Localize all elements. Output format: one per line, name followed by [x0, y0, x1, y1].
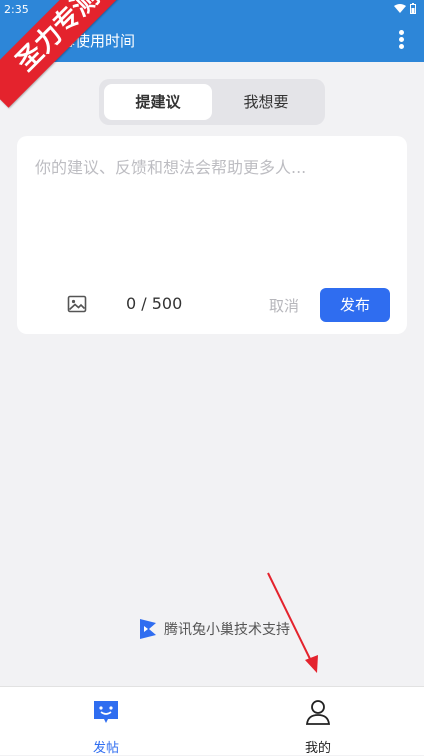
wifi-icon [394, 3, 406, 13]
battery-icon [410, 3, 416, 14]
txc-logo-icon [140, 619, 156, 639]
composer-card: 0 / 500 取消 发布 [17, 136, 407, 334]
nav-post[interactable]: 发帖 [66, 697, 146, 756]
segmented-tabs: 提建议 我想要 [99, 79, 325, 125]
bottom-nav: 发帖 我的 [0, 686, 424, 756]
nav-mine-label: 我的 [304, 741, 331, 756]
tab-want[interactable]: 我想要 [212, 84, 320, 120]
post-icon [94, 701, 118, 723]
publish-button[interactable]: 发布 [320, 288, 390, 322]
char-counter: 0 / 500 [126, 294, 183, 313]
status-time: 2:35 [4, 3, 29, 16]
system-icons [394, 3, 416, 14]
nav-mine[interactable]: 我的 [278, 697, 358, 756]
feedback-input[interactable] [33, 152, 395, 266]
nav-post-label: 发帖 [92, 741, 119, 756]
image-icon[interactable] [67, 294, 87, 314]
support-text: 腾讯兔小巢技术支持 [164, 622, 290, 638]
more-menu-icon[interactable] [396, 28, 406, 54]
tab-suggest[interactable]: 提建议 [104, 84, 212, 120]
cancel-button[interactable]: 取消 [269, 295, 299, 316]
support-credit[interactable]: 腾讯兔小巢技术支持 [138, 618, 290, 640]
person-icon [305, 700, 331, 725]
